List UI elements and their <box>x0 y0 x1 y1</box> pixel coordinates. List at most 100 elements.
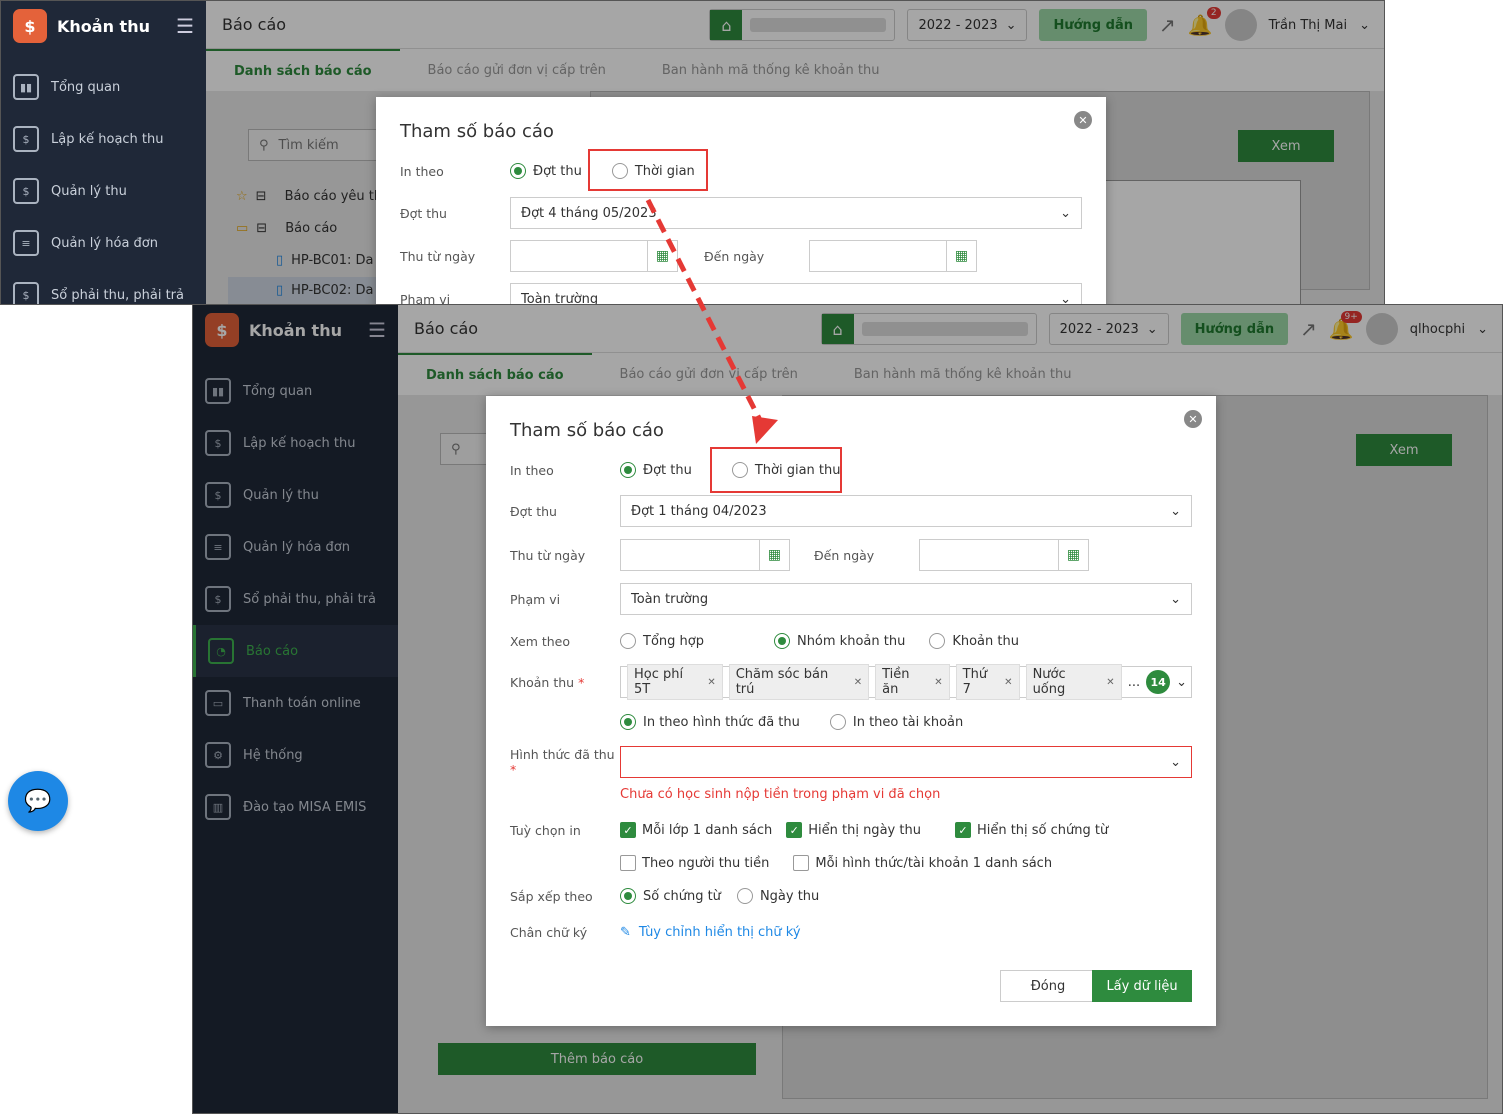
sidebar: $ Khoản thu ☰ ▮▮ Tổng quan $ Lập kế hoạch … <box>1 1 206 304</box>
hinh-thuc-select[interactable]: ⌄ <box>620 746 1192 778</box>
close-icon[interactable]: ✕ <box>1184 410 1202 428</box>
from-date-label: Thu từ ngày <box>400 248 476 264</box>
remove-tag-icon[interactable]: ✕ <box>854 677 862 688</box>
selected-count-badge: 14 <box>1146 670 1171 694</box>
required-mark: * <box>510 762 517 777</box>
checkbox-checked-icon: ✓ <box>954 822 971 838</box>
checkbox-label: Mỗi lớp 1 danh sách <box>642 822 773 838</box>
checkbox-moi-hinh-thuc[interactable]: Mỗi hình thức/tài khoản 1 danh sách <box>793 855 1052 871</box>
app-logo: $ Khoản thu ☰ <box>1 1 206 51</box>
signature-settings-link[interactable]: ✎ Tùy chỉnh hiển thị chữ ký <box>620 925 801 940</box>
report-params-dialog: Tham số báo cáo ✕ In theo Đợt thu Thời g… <box>376 97 1106 305</box>
screenshot-after: $ Khoản thu ☰ ▮▮ Tổng quan $ Lập kế hoạch … <box>192 304 1503 1114</box>
pham-vi-label: Phạm vi <box>510 591 561 607</box>
checkbox-moi-lop[interactable]: ✓ Mỗi lớp 1 danh sách <box>620 822 772 838</box>
hand-coin-icon: $ <box>13 178 39 204</box>
xem-theo-label: Xem theo <box>510 633 571 649</box>
radio-label: In theo hình thức đã thu <box>643 714 800 730</box>
radio-label: Số chứng từ <box>643 888 721 904</box>
sidebar-item-tong-quan[interactable]: ▮▮ Tổng quan <box>1 61 206 113</box>
from-date-input[interactable]: ▦ <box>620 539 790 571</box>
pham-vi-label: Phạm vi <box>400 291 451 305</box>
remove-tag-icon[interactable]: ✕ <box>934 677 942 688</box>
logo-icon: $ <box>13 9 47 43</box>
radio-on-icon <box>773 633 790 649</box>
sidebar-item-quan-ly-thu[interactable]: $ Quản lý thu <box>1 165 206 217</box>
khoan-thu-multiselect[interactable]: Học phí 5T ✕ Chăm sóc bán trú ✕ Tiền ăn ✕ T… <box>620 664 1192 700</box>
checkbox-ngay-thu[interactable]: ✓ Hiển thị ngày thu <box>786 822 921 838</box>
dot-thu-select[interactable]: Đợt 4 tháng 05/2023 ⌄ <box>510 197 1082 229</box>
select-value: Toàn trường <box>521 291 599 305</box>
chevron-down-icon: ⌄ <box>1170 754 1181 770</box>
remove-tag-icon[interactable]: ✕ <box>1106 677 1114 688</box>
tag-chip: Chăm sóc bán trú ✕ <box>728 664 870 700</box>
chat-icon[interactable]: 💬 <box>8 771 68 831</box>
sidebar-item-label: Lập kế hoạch thu <box>51 131 164 147</box>
from-date-input[interactable]: ▦ <box>510 240 678 272</box>
required-mark: * <box>578 674 585 690</box>
radio-label: In theo tài khoản <box>852 714 964 730</box>
label-text: Hình thức đã thu <box>510 747 615 762</box>
radio-dot-thu[interactable]: Đợt thu <box>620 462 692 478</box>
pham-vi-select[interactable]: Toàn trường ⌄ <box>620 583 1192 615</box>
sidebar-item-so-phai-thu[interactable]: $ Sổ phải thu, phải trả <box>1 269 206 304</box>
select-value: Đợt 4 tháng 05/2023 <box>521 205 657 221</box>
radio-in-theo-hinh-thuc[interactable]: In theo hình thức đã thu <box>620 714 800 730</box>
radio-off-icon <box>929 633 946 649</box>
remove-tag-icon[interactable]: ✕ <box>1004 677 1012 688</box>
close-icon[interactable]: ✕ <box>1074 111 1092 129</box>
calendar-icon[interactable]: ▦ <box>946 241 976 271</box>
menu-icon[interactable]: ☰ <box>176 14 194 38</box>
radio-nhom-khoan-thu[interactable]: Nhóm khoản thu <box>773 633 906 649</box>
dot-thu-label: Đợt thu <box>510 503 557 519</box>
radio-label: Đợt thu <box>533 163 582 179</box>
to-date-input[interactable]: ▦ <box>919 539 1089 571</box>
select-value: Đợt 1 tháng 04/2023 <box>631 503 767 519</box>
checkbox-nguoi-thu[interactable]: Theo người thu tiền <box>620 855 769 871</box>
calendar-icon[interactable]: ▦ <box>647 241 677 271</box>
radio-on-icon <box>620 462 636 478</box>
tag-chip: Thứ 7 ✕ <box>955 664 1020 700</box>
in-theo-label: In theo <box>510 462 554 478</box>
checkbox-checked-icon: ✓ <box>620 822 636 838</box>
calendar-icon[interactable]: ▦ <box>1058 540 1088 570</box>
hinh-thuc-label: Hình thức đã thu * <box>510 747 620 777</box>
chevron-down-icon: ⌄ <box>1176 674 1187 690</box>
calendar-money-icon: $ <box>13 126 39 152</box>
screenshot-before: $ Khoản thu ☰ ▮▮ Tổng quan $ Lập kế hoạch … <box>0 0 1385 305</box>
to-date-label: Đến ngày <box>814 547 875 563</box>
radio-so-chung-tu[interactable]: Số chứng từ <box>620 888 721 904</box>
close-button[interactable]: Đóng <box>1000 970 1096 1002</box>
radio-label: Nhóm khoản thu <box>796 633 906 649</box>
radio-on-icon <box>510 163 526 179</box>
radio-in-theo-tai-khoan[interactable]: In theo tài khoản <box>829 714 964 730</box>
checkbox-so-chung-tu[interactable]: ✓ Hiển thị số chứng từ <box>954 822 1108 838</box>
report-params-dialog: Tham số báo cáo ✕ In theo Đợt thu Thời g… <box>486 396 1216 1026</box>
tuy-chon-label: Tuỳ chọn in <box>510 822 581 838</box>
remove-tag-icon[interactable]: ✕ <box>707 677 715 688</box>
pencil-icon: ✎ <box>620 924 631 940</box>
link-label: Tùy chỉnh hiển thị chữ ký <box>638 924 801 940</box>
radio-dot-thu[interactable]: Đợt thu <box>510 163 582 179</box>
tag-label: Tiền ăn <box>882 667 910 697</box>
get-data-button[interactable]: Lấy dữ liệu <box>1092 970 1192 1002</box>
to-date-input[interactable]: ▦ <box>809 240 977 272</box>
radio-on-icon <box>620 714 636 730</box>
sidebar-item-label: Quản lý thu <box>51 183 127 199</box>
pham-vi-select[interactable]: Toàn trường ⌄ <box>510 283 1082 305</box>
radio-khoan-thu[interactable]: Khoản thu <box>929 633 1019 649</box>
radio-off-icon <box>829 714 846 730</box>
calendar-icon[interactable]: ▦ <box>759 540 789 570</box>
ledger-icon: $ <box>13 282 39 304</box>
radio-ngay-thu[interactable]: Ngày thu <box>736 888 819 904</box>
sidebar-item-hoa-don[interactable]: ≡ Quản lý hóa đơn <box>1 217 206 269</box>
invoice-icon: ≡ <box>13 230 39 256</box>
radio-off-icon <box>736 888 753 904</box>
more-indicator: ... <box>1127 674 1141 690</box>
dot-thu-select[interactable]: Đợt 1 tháng 04/2023 ⌄ <box>620 495 1192 527</box>
tag-label: Chăm sóc bán trú <box>735 667 829 697</box>
chart-bars-icon: ▮▮ <box>13 74 39 100</box>
radio-tong-hop[interactable]: Tổng hợp <box>620 633 704 649</box>
sidebar-item-lap-ke-hoach[interactable]: $ Lập kế hoạch thu <box>1 113 206 165</box>
app-name: Khoản thu <box>57 16 150 36</box>
